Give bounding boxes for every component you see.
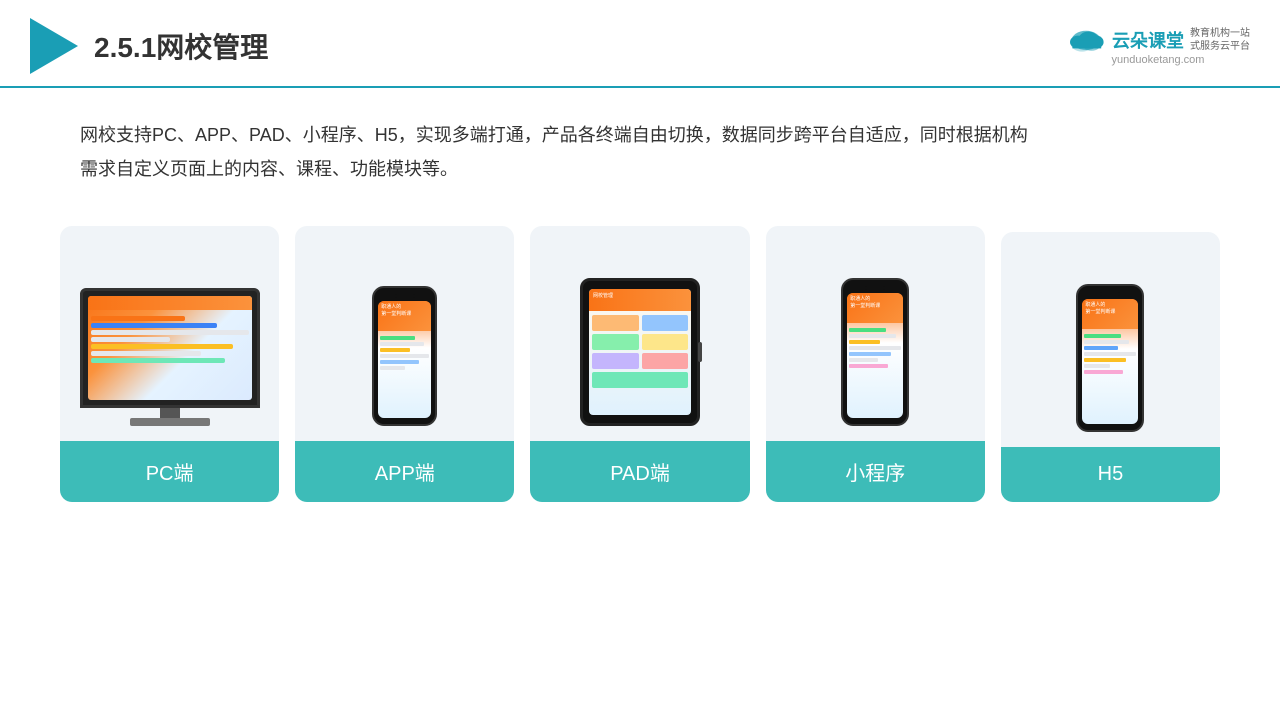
phone-app-screen: 职通人的第一堂判断课 bbox=[378, 301, 431, 418]
card-app: 职通人的第一堂判断课 APP端 bbox=[295, 226, 514, 502]
description-content: 网校支持PC、APP、PAD、小程序、H5，实现多端打通，产品各终端自由切换，数… bbox=[80, 125, 1028, 145]
card-app-label: APP端 bbox=[295, 441, 514, 502]
card-h5-label: H5 bbox=[1001, 447, 1220, 502]
card-pc: PC端 bbox=[60, 226, 279, 502]
phone-h5-screen: 职通人的第一堂判断课 bbox=[1082, 299, 1138, 424]
brand-logo: 云朵课堂 教育机构一站 式服务云平台 bbox=[1066, 26, 1250, 54]
card-app-image: 职通人的第一堂判断课 bbox=[295, 226, 514, 426]
tablet-screen: 网校管理 bbox=[589, 289, 691, 415]
page-title: 2.5.1网校管理 bbox=[94, 26, 268, 66]
phone-app-mockup: 职通人的第一堂判断课 bbox=[372, 286, 437, 426]
brand-area: 云朵课堂 教育机构一站 式服务云平台 yunduoketang.com bbox=[1066, 26, 1250, 66]
header-left: 2.5.1网校管理 bbox=[30, 18, 268, 74]
card-miniapp-label: 小程序 bbox=[766, 441, 985, 502]
card-pad: 网校管理 PAD端 bbox=[530, 226, 749, 502]
brand-name: 云朵课堂 bbox=[1112, 27, 1184, 53]
card-miniapp: 职通人的第一堂判断课 小程序 bbox=[766, 226, 985, 502]
brand-tagline2: 式服务云平台 bbox=[1190, 40, 1250, 53]
card-miniapp-image: 职通人的第一堂判断课 bbox=[766, 226, 985, 426]
cloud-icon bbox=[1066, 26, 1106, 54]
tablet-mockup: 网校管理 bbox=[580, 278, 700, 426]
logo-triangle-icon bbox=[30, 18, 78, 74]
phone-miniapp-mockup: 职通人的第一堂判断课 bbox=[841, 278, 909, 426]
phone-miniapp-screen: 职通人的第一堂判断课 bbox=[847, 293, 903, 418]
pc-mockup bbox=[75, 288, 264, 426]
description-text: 网校支持PC、APP、PAD、小程序、H5，实现多端打通，产品各终端自由切换，数… bbox=[0, 88, 1280, 196]
card-h5-image: 职通人的第一堂判断课 bbox=[1001, 232, 1220, 432]
brand-url: yunduoketang.com bbox=[1112, 54, 1205, 66]
phone-h5-mockup: 职通人的第一堂判断课 bbox=[1076, 284, 1144, 432]
card-pc-image bbox=[60, 226, 279, 426]
page-header: 2.5.1网校管理 云朵课堂 教育机构一站 式服务云平台 yunduoketan… bbox=[0, 0, 1280, 88]
tablet-button bbox=[698, 342, 702, 362]
card-pad-label: PAD端 bbox=[530, 441, 749, 502]
pc-screen-inner bbox=[88, 296, 252, 400]
card-pc-label: PC端 bbox=[60, 441, 279, 502]
card-pad-image: 网校管理 bbox=[530, 226, 749, 426]
card-h5: 职通人的第一堂判断课 H5 bbox=[1001, 232, 1220, 502]
brand-tagline: 教育机构一站 bbox=[1190, 27, 1250, 40]
description-content2: 需求自定义页面上的内容、课程、功能模块等。 bbox=[80, 159, 458, 179]
cards-container: PC端 职通人的第一堂判断课 bbox=[0, 206, 1280, 542]
pc-screen-outer bbox=[80, 288, 260, 408]
